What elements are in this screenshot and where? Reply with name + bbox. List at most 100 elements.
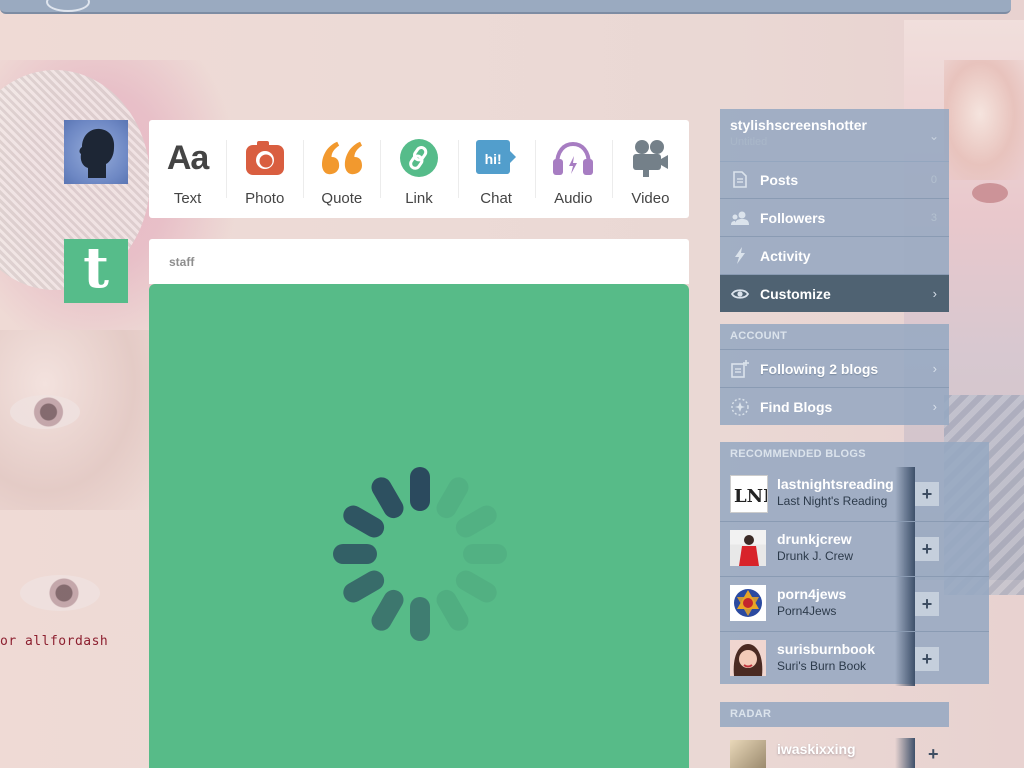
lnr-logo-icon: LNR <box>734 486 779 507</box>
fade-overlay <box>895 632 915 686</box>
silhouette-icon <box>79 128 115 178</box>
post-type-label: Quote <box>321 190 363 207</box>
post-type-link[interactable]: Link <box>380 120 457 218</box>
spinner-spoke <box>436 589 469 631</box>
blog-selector[interactable]: stylishscreenshotter Untitled ⌄ <box>720 109 949 162</box>
follow-button[interactable]: + <box>928 744 939 765</box>
link-icon <box>399 138 439 178</box>
menu-item-label: Activity <box>760 247 811 264</box>
blog-name: drunkjcrew <box>777 531 852 547</box>
post-type-label: Link <box>405 190 433 207</box>
svg-text:LNR: LNR <box>734 486 767 507</box>
blog-menu: Posts 0 Followers 3 Activity Customize › <box>720 161 949 312</box>
spinner-spoke <box>455 570 497 603</box>
follow-button[interactable]: + <box>915 482 939 506</box>
chevron-right-icon: › <box>932 361 937 376</box>
post-type-chat[interactable]: hi! Chat <box>457 120 535 218</box>
recommended-blog-item[interactable]: surisburnbook Suri's Burn Book + <box>720 631 989 686</box>
post-author[interactable]: staff <box>169 255 194 269</box>
blog-title: Suri's Burn Book <box>777 659 866 673</box>
post-type-video[interactable]: Video <box>611 120 689 218</box>
loading-spinner-icon <box>333 467 507 641</box>
spinner-spoke <box>455 505 497 538</box>
radar-avatar[interactable] <box>730 740 766 768</box>
text-icon-glyph: Aa <box>166 138 209 177</box>
menu-item-find-blogs[interactable]: Find Blogs › <box>720 387 949 425</box>
user-avatar[interactable] <box>64 120 128 184</box>
fade-overlay <box>895 522 915 576</box>
follow-button[interactable]: + <box>915 647 939 671</box>
blog-subtitle: Untitled <box>730 136 768 148</box>
account-title: ACCOUNT <box>730 330 788 342</box>
spinner-spoke <box>333 544 377 564</box>
fade-overlay <box>895 467 915 521</box>
document-icon <box>720 171 760 188</box>
eye-icon <box>720 288 760 300</box>
post-type-photo[interactable]: Photo <box>226 120 303 218</box>
camera-icon <box>245 138 285 178</box>
post-type-label: Video <box>631 190 670 207</box>
recommended-blog-item[interactable]: drunkjcrew Drunk J. Crew + <box>720 521 989 576</box>
chevron-right-icon: › <box>932 286 937 301</box>
post-type-audio[interactable]: Audio <box>534 120 612 218</box>
post-type-quote[interactable]: Quote <box>303 120 380 218</box>
menu-item-activity[interactable]: Activity <box>720 236 949 274</box>
followers-icon <box>720 211 760 225</box>
top-header-bar <box>0 0 1011 14</box>
posts-count: 0 <box>930 173 937 186</box>
spinner-spoke <box>371 477 404 519</box>
background-lips <box>972 183 1008 203</box>
menu-item-label: Following 2 blogs <box>760 360 879 377</box>
star-of-david-icon <box>734 589 762 617</box>
background-credit-text: or allfordash <box>0 634 109 649</box>
menu-item-label: Customize <box>760 285 831 302</box>
text-icon: Aa <box>166 138 209 178</box>
child-face-icon <box>733 644 763 676</box>
recommended-title: RECOMMENDED BLOGS <box>730 448 866 460</box>
blog-avatar[interactable] <box>730 640 766 676</box>
blog-avatar[interactable]: LNR <box>730 475 779 513</box>
menu-item-following[interactable]: Following 2 blogs › <box>720 349 949 387</box>
post-content <box>149 284 689 768</box>
spinner-spoke <box>343 505 385 538</box>
background-eye-lower <box>20 575 100 611</box>
chat-icon-glyph: hi! <box>484 151 502 167</box>
account-panel: ACCOUNT Following 2 blogs › Find Blogs › <box>720 324 949 425</box>
blog-name: lastnightsreading <box>777 476 894 492</box>
tumblr-avatar[interactable]: t <box>64 239 128 303</box>
followers-count: 3 <box>930 211 937 224</box>
compass-icon <box>720 397 760 416</box>
blog-name: porn4jews <box>777 586 847 602</box>
video-camera-icon <box>630 138 670 178</box>
recommended-blog-item[interactable]: porn4jews Porn4Jews + <box>720 576 989 631</box>
menu-item-label: Posts <box>760 171 799 188</box>
recommended-blog-item[interactable]: LNR lastnightsreading Last Night's Readi… <box>720 467 989 521</box>
chat-icon: hi! <box>476 138 517 178</box>
radar-item[interactable]: iwaskixxing + <box>720 738 949 768</box>
post-header: staff <box>149 239 689 284</box>
follow-button[interactable]: + <box>915 537 939 561</box>
recommended-blogs-panel: RECOMMENDED BLOGS LNR lastnightsreading … <box>720 442 989 686</box>
spinner-spoke <box>343 570 385 603</box>
person-red-jacket-icon <box>739 535 759 566</box>
blog-avatar[interactable] <box>730 530 766 566</box>
headphones-icon <box>553 138 594 178</box>
follow-button[interactable]: + <box>915 592 939 616</box>
logo-icon[interactable] <box>46 0 90 12</box>
post-type-label: Text <box>173 190 202 207</box>
spinner-spoke <box>410 467 430 511</box>
menu-item-customize[interactable]: Customize › <box>720 274 949 312</box>
post-type-text[interactable]: Aa Text <box>149 120 226 218</box>
blog-title: Drunk J. Crew <box>777 549 854 563</box>
radar-title: RADAR <box>730 708 772 720</box>
radar-blog-name: iwaskixxing <box>777 741 856 757</box>
menu-item-label: Find Blogs <box>760 398 833 415</box>
menu-item-posts[interactable]: Posts 0 <box>720 161 949 198</box>
tumblr-t-icon: t <box>83 235 109 301</box>
post-type-label: Audio <box>554 190 593 207</box>
blog-avatar[interactable] <box>730 585 766 621</box>
background-face-right <box>944 60 1024 180</box>
chevron-down-icon: ⌄ <box>928 129 939 143</box>
menu-item-followers[interactable]: Followers 3 <box>720 198 949 236</box>
spinner-spoke <box>371 589 404 631</box>
